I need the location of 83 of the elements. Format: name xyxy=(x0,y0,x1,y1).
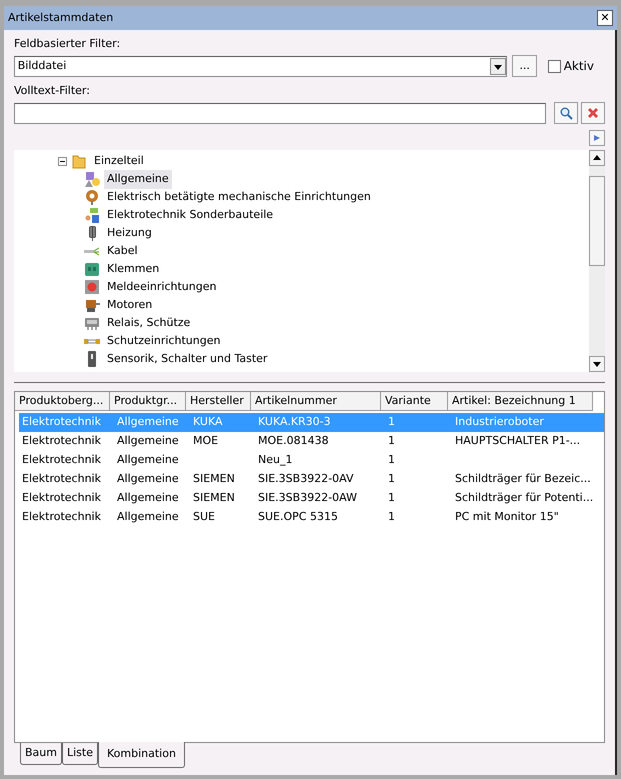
search-button[interactable] xyxy=(554,102,578,124)
table-cell-text: 1 xyxy=(387,414,396,430)
play-icon xyxy=(593,134,601,142)
column-header[interactable]: Hersteller xyxy=(186,392,251,410)
tree-item[interactable]: Meldeeinrichtungen xyxy=(104,278,220,296)
table-cell-text: Allgemeine xyxy=(116,452,180,468)
tree-item[interactable]: Elektrotechnik Sonderbauteile xyxy=(104,206,276,224)
search-icon xyxy=(560,106,573,120)
tab[interactable]: Baum xyxy=(20,743,62,764)
terminal-icon xyxy=(84,261,100,278)
close-icon xyxy=(587,107,599,119)
table-cell-text: SIE.3SB3922-0AV xyxy=(257,471,355,488)
table-cell-text: MOE.081438 xyxy=(257,433,330,450)
table-cell-text: Allgemeine xyxy=(116,471,180,488)
tree-item[interactable]: Heizung xyxy=(104,224,155,242)
table-cell-text: Elektrotechnik xyxy=(21,414,102,430)
tree-item[interactable]: Klemmen xyxy=(104,260,162,278)
table-cell-text: KUKA.KR30-3 xyxy=(257,414,332,430)
table-cell-text: 1 xyxy=(387,452,396,468)
coil-icon xyxy=(84,189,100,206)
folder-icon xyxy=(71,153,87,170)
column-header[interactable]: Produktgr... xyxy=(110,392,186,410)
filter-dropdown[interactable]: Bilddatei xyxy=(14,56,507,77)
table-cell-text: SUE xyxy=(192,509,216,526)
table-cell-text: MOE xyxy=(192,433,220,450)
table-cell-text: Elektrotechnik xyxy=(21,433,102,450)
components-icon xyxy=(84,207,100,224)
clear-button[interactable] xyxy=(581,102,605,124)
table-cell-text: Elektrotechnik xyxy=(21,490,102,506)
table-cell-text: KUKA xyxy=(192,414,224,430)
table-cell-text: Neu_1 xyxy=(257,452,294,468)
table-cell-text: Allgemeine xyxy=(116,414,180,430)
field-label: Feldbasierter Filter: xyxy=(14,36,120,52)
scrollbar[interactable] xyxy=(589,150,605,372)
expand-button[interactable] xyxy=(589,130,605,146)
table-cell-text: SIEMEN xyxy=(192,490,236,506)
fulltext-input[interactable] xyxy=(14,102,546,124)
table-cell-text: Industrieroboter xyxy=(454,414,545,430)
table-cell-text: Schildträger für Potenti... xyxy=(454,490,594,506)
tree-item[interactable]: Kabel xyxy=(104,242,141,260)
table-cell-text: Allgemeine xyxy=(116,509,180,526)
table-cell-text: SIEMEN xyxy=(192,471,236,488)
tree-item[interactable]: Elektrisch betätigte mechanische Einrichtungen xyxy=(104,188,374,206)
table-cell-text: Elektrotechnik xyxy=(21,509,102,526)
field-label: Volltext-Filter: xyxy=(14,82,90,99)
table-cell-text: PC mit Monitor 15" xyxy=(454,509,560,526)
table-cell-text: Schildträger für Bezeic... xyxy=(454,471,592,488)
tree-item[interactable]: Einzelteil xyxy=(91,152,147,170)
table-cell-text: Allgemeine xyxy=(116,490,180,506)
scroll-down-icon[interactable] xyxy=(589,356,605,372)
lamp-icon xyxy=(84,279,100,296)
scroll-thumb[interactable] xyxy=(589,176,605,266)
table-cell-text: Allgemeine xyxy=(116,433,180,450)
tab[interactable]: Kombination xyxy=(98,742,185,768)
table-cell-text: SIE.3SB3922-0AW xyxy=(257,490,358,506)
shapes-icon xyxy=(84,171,100,188)
column-header[interactable]: Variante xyxy=(381,392,448,410)
tab[interactable]: Liste xyxy=(62,743,98,764)
checkbox-label: Aktiv xyxy=(564,58,594,76)
column-header[interactable]: Artikelnummer xyxy=(251,392,381,410)
table-cell-text: Elektrotechnik xyxy=(21,452,102,468)
table-cell-text: Elektrotechnik xyxy=(21,471,102,488)
table-cell-text: 1 xyxy=(387,490,396,506)
table-cell-text: 1 xyxy=(387,433,396,450)
tree-item[interactable]: Motoren xyxy=(104,296,156,314)
table-cell-text: 1 xyxy=(387,509,396,526)
table-cell-text: 1 xyxy=(387,471,396,488)
column-header[interactable]: Artikel: Bezeichnung 1 xyxy=(448,392,593,410)
scroll-up-icon[interactable] xyxy=(589,150,605,166)
tree-item[interactable]: Schutzeinrichtungen xyxy=(104,332,224,350)
close-button[interactable]: ✕ xyxy=(597,10,613,26)
tree-item[interactable]: Sensorik, Schalter und Taster xyxy=(104,350,270,368)
relay-icon xyxy=(84,315,100,332)
tree-item[interactable]: Allgemeine xyxy=(104,170,172,188)
table-cell-text: SUE.OPC 5315 xyxy=(257,509,339,526)
tree-item[interactable]: Relais, Schütze xyxy=(104,314,194,332)
table-cell-text: HAUPTSCHALTER P1-... xyxy=(454,433,582,450)
aktiv-checkbox[interactable] xyxy=(548,60,561,73)
collapse-toggle[interactable] xyxy=(58,156,67,166)
more-button[interactable]: ... xyxy=(512,55,537,78)
column-header[interactable]: Produktoberg... xyxy=(15,392,110,410)
window-title: Artikelstammdaten xyxy=(8,10,114,26)
motor-icon xyxy=(84,297,100,314)
